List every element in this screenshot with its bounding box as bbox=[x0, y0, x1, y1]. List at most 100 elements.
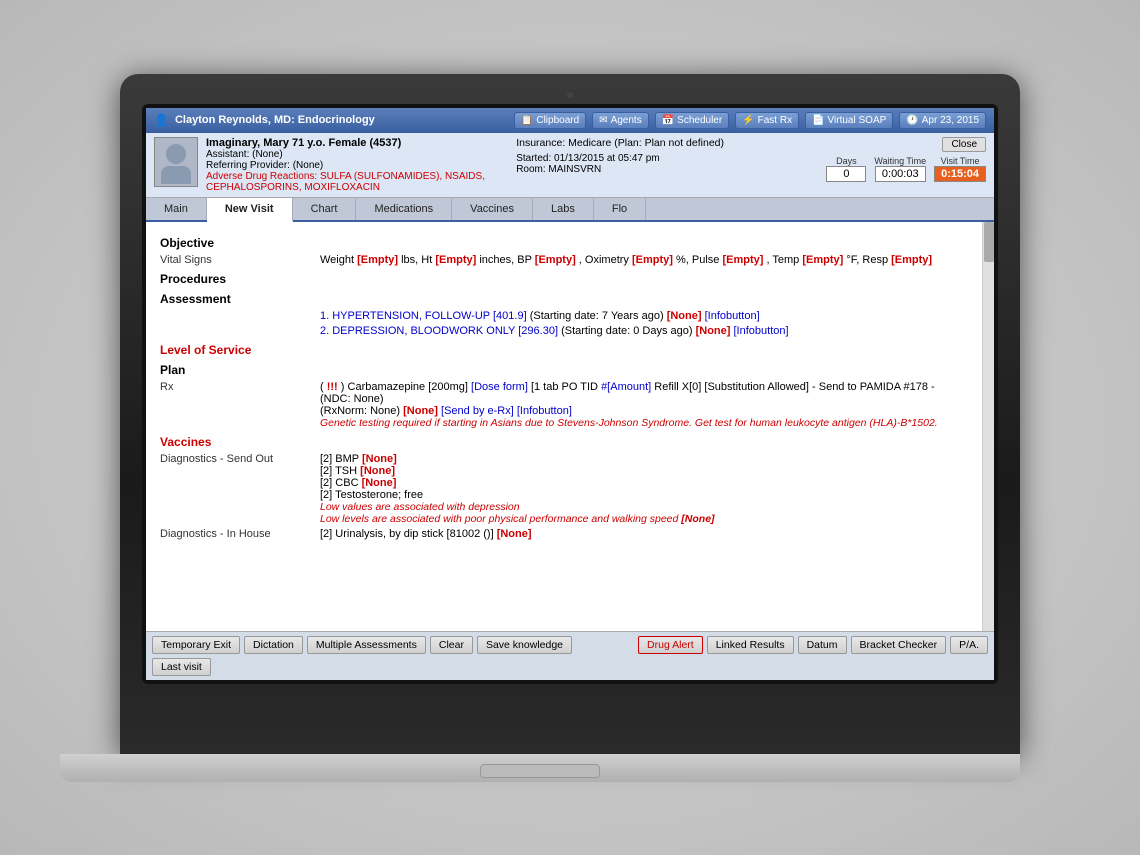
diag-test-note1: Low values are associated with depressio… bbox=[320, 501, 968, 513]
save-knowledge-button[interactable]: Save knowledge bbox=[477, 636, 572, 654]
waiting-val: 0:00:03 bbox=[875, 166, 926, 182]
datum-button[interactable]: Datum bbox=[798, 636, 847, 654]
header-left: 👤 Clayton Reynolds, MD: Endocrinology bbox=[154, 113, 375, 127]
ht-empty: [Empty] bbox=[435, 254, 476, 266]
tab-vaccines[interactable]: Vaccines bbox=[452, 198, 533, 220]
virtualsoap-button[interactable]: 📄 Virtual SOAP bbox=[805, 112, 893, 129]
scrollbar[interactable] bbox=[982, 222, 994, 631]
patient-room: Room: MAINSVRN bbox=[516, 164, 818, 175]
diag-inhouse-values: [2] Urinalysis, by dip stick [81002 ()] … bbox=[320, 528, 968, 540]
assessment-2-value: 2. DEPRESSION, BLOODWORK ONLY [296.30] (… bbox=[320, 325, 968, 337]
vital-signs-row: Vital Signs Weight [Empty] lbs, Ht [Empt… bbox=[160, 254, 968, 266]
bracket-checker-button[interactable]: Bracket Checker bbox=[851, 636, 947, 654]
drug-alert-button[interactable]: Drug Alert bbox=[638, 636, 703, 654]
patient-bar: Imaginary, Mary 71 y.o. Female (4537) As… bbox=[146, 133, 994, 198]
plan-title: Plan bbox=[160, 363, 968, 377]
trackpad[interactable] bbox=[480, 764, 600, 778]
clipboard-icon: 📋 bbox=[521, 115, 533, 126]
assessment-1-text[interactable]: 1. HYPERTENSION, FOLLOW-UP [401.9] bbox=[320, 310, 527, 322]
rx-doseform[interactable]: [Dose form] bbox=[471, 381, 528, 393]
patient-referring: Referring Provider: (None) bbox=[206, 160, 508, 171]
patient-middle: Insurance: Medicare (Plan: Plan not defi… bbox=[516, 137, 818, 175]
rx-value: ( !!! ) Carbamazepine [200mg] [Dose form… bbox=[320, 381, 968, 429]
patient-right: Close Days 0 Waiting Time 0:00:03 bbox=[826, 137, 986, 182]
rx-none: [None] bbox=[403, 405, 438, 417]
diag-bmp: [2] BMP [None] bbox=[320, 453, 968, 465]
bottom-toolbar: Temporary Exit Dictation Multiple Assess… bbox=[146, 631, 994, 680]
assessment-2-none: [None] bbox=[696, 325, 731, 337]
scheduler-button[interactable]: 📅 Scheduler bbox=[655, 112, 729, 129]
diag-test-note2: Low levels are associated with poor phys… bbox=[320, 513, 968, 525]
tab-main[interactable]: Main bbox=[146, 198, 207, 220]
diag-testosterone: [2] Testosterone; free bbox=[320, 489, 968, 501]
temp-empty: [Empty] bbox=[802, 254, 843, 266]
screen: 👤 Clayton Reynolds, MD: Endocrinology 📋 … bbox=[146, 108, 994, 680]
tsh-none: [None] bbox=[360, 465, 395, 477]
diag-sendout-label: Diagnostics - Send Out bbox=[160, 453, 320, 525]
avatar-body bbox=[161, 166, 191, 184]
avatar-head bbox=[166, 144, 186, 164]
bmp-none: [None] bbox=[362, 453, 397, 465]
los-title: Level of Service bbox=[160, 343, 968, 357]
waiting-col: Waiting Time 0:00:03 bbox=[874, 156, 926, 182]
tab-flo[interactable]: Flo bbox=[594, 198, 646, 220]
rx-amount[interactable]: #[Amount] bbox=[601, 381, 651, 393]
close-button[interactable]: Close bbox=[942, 137, 986, 152]
assessment-title: Assessment bbox=[160, 292, 968, 306]
vaccines-title: Vaccines bbox=[160, 435, 968, 449]
patient-info: Imaginary, Mary 71 y.o. Female (4537) As… bbox=[206, 137, 508, 193]
assessment-label-empty2 bbox=[160, 325, 320, 337]
assessment-2-infobutton[interactable]: [Infobutton] bbox=[734, 325, 789, 337]
header-right: 📋 Clipboard ✉ Agents 📅 Scheduler ⚡ bbox=[514, 112, 986, 129]
vital-signs-value: Weight [Empty] lbs, Ht [Empty] inches, B… bbox=[320, 254, 968, 266]
assessment-1-none: [None] bbox=[667, 310, 702, 322]
assessment-row-1: 1. HYPERTENSION, FOLLOW-UP [401.9] (Star… bbox=[160, 310, 968, 322]
clipboard-button[interactable]: 📋 Clipboard bbox=[514, 112, 586, 129]
ox-empty: [Empty] bbox=[632, 254, 673, 266]
last-visit-button[interactable]: Last visit bbox=[152, 658, 211, 676]
scrollbar-thumb[interactable] bbox=[984, 222, 994, 262]
visittime-val: 0:15:04 bbox=[934, 166, 986, 182]
days-label: Days bbox=[836, 156, 857, 166]
agents-icon: ✉ bbox=[599, 115, 607, 126]
agents-button[interactable]: ✉ Agents bbox=[592, 112, 649, 129]
date-button[interactable]: 🕐 Apr 23, 2015 bbox=[899, 112, 986, 129]
pa-button[interactable]: P/A. bbox=[950, 636, 988, 654]
clear-button[interactable]: Clear bbox=[430, 636, 473, 654]
fastrx-button[interactable]: ⚡ Fast Rx bbox=[735, 112, 799, 129]
provider-icon: 👤 bbox=[154, 113, 169, 127]
days-col: Days 0 bbox=[826, 156, 866, 182]
rx-infobutton[interactable]: [Infobutton] bbox=[517, 405, 572, 417]
rx-erx[interactable]: [Send by e-Rx] bbox=[441, 405, 514, 417]
pulse-empty: [Empty] bbox=[722, 254, 763, 266]
scheduler-icon: 📅 bbox=[662, 115, 674, 126]
diag-sendout-values: [2] BMP [None] [2] TSH [None] [2] CBC [N… bbox=[320, 453, 968, 525]
tab-chart[interactable]: Chart bbox=[293, 198, 357, 220]
tab-medications[interactable]: Medications bbox=[356, 198, 452, 220]
tab-newvisit[interactable]: New Visit bbox=[207, 198, 293, 222]
assessment-1-infobutton[interactable]: [Infobutton] bbox=[705, 310, 760, 322]
content-area: Objective Vital Signs Weight [Empty] lbs… bbox=[146, 222, 982, 631]
assessment-1-value: 1. HYPERTENSION, FOLLOW-UP [401.9] (Star… bbox=[320, 310, 968, 322]
rx-drug-name: Carbamazepine [200mg] bbox=[348, 381, 472, 393]
tabs-bar: Main New Visit Chart Medications Vaccine… bbox=[146, 198, 994, 222]
dictation-button[interactable]: Dictation bbox=[244, 636, 303, 654]
resp-empty: [Empty] bbox=[891, 254, 932, 266]
rx-row: Rx ( !!! ) Carbamazepine [200mg] [Dose f… bbox=[160, 381, 968, 429]
visittime-col: Visit Time 0:15:04 bbox=[934, 156, 986, 182]
assessment-2-text[interactable]: 2. DEPRESSION, BLOODWORK ONLY [296.30] bbox=[320, 325, 558, 337]
urinalysis-none: [None] bbox=[497, 528, 532, 540]
assessment-label-empty bbox=[160, 310, 320, 322]
diag-urinalysis: [2] Urinalysis, by dip stick [81002 ()] … bbox=[320, 528, 968, 540]
bp-empty: [Empty] bbox=[535, 254, 576, 266]
temporary-exit-button[interactable]: Temporary Exit bbox=[152, 636, 240, 654]
linked-results-button[interactable]: Linked Results bbox=[707, 636, 794, 654]
clock-icon: 🕐 bbox=[906, 115, 918, 126]
tab-labs[interactable]: Labs bbox=[533, 198, 594, 220]
patient-assistant: Assistant: (None) bbox=[206, 149, 508, 160]
header-bar: 👤 Clayton Reynolds, MD: Endocrinology 📋 … bbox=[146, 108, 994, 133]
content-wrapper: Objective Vital Signs Weight [Empty] lbs… bbox=[146, 222, 994, 631]
multiple-assessments-button[interactable]: Multiple Assessments bbox=[307, 636, 426, 654]
timing-row: Days 0 Waiting Time 0:00:03 Visit Time 0… bbox=[826, 156, 986, 182]
patient-started: Started: 01/13/2015 at 05:47 pm bbox=[516, 153, 818, 164]
